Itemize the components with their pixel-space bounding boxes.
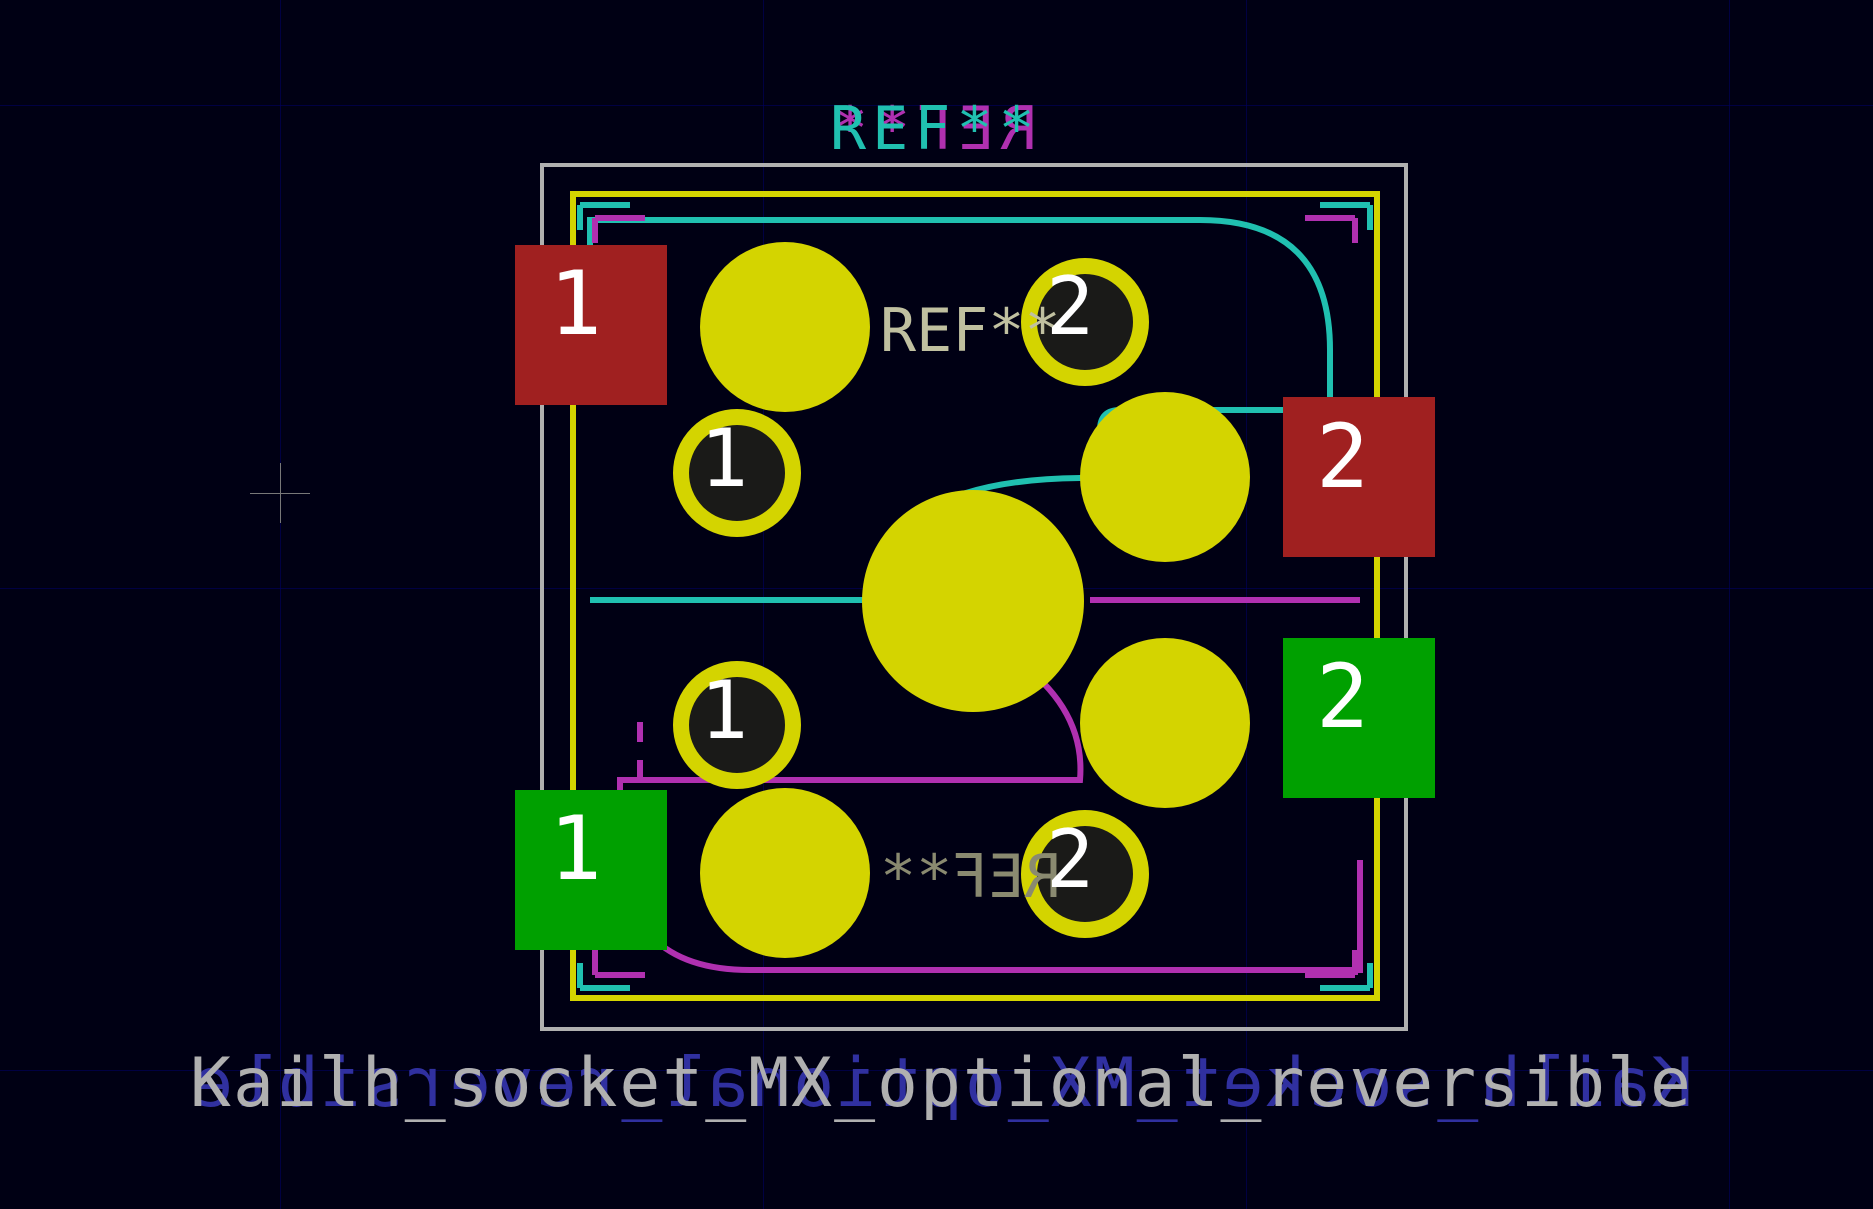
pad-label: 1 — [700, 412, 748, 505]
pad-label: 2 — [1316, 645, 1369, 748]
pad-label: 2 — [1316, 405, 1369, 508]
footprint-name-front: Kailh_socket_MX_optional_reversible — [190, 1044, 1693, 1123]
pad-label: 1 — [549, 252, 602, 355]
mounting-hole — [700, 242, 870, 412]
pad-label: 1 — [549, 797, 602, 900]
ref-fab-front: REF** — [880, 296, 1061, 366]
pad-label: 2 — [1046, 813, 1094, 906]
center-hole — [862, 490, 1084, 712]
footprint-canvas[interactable]: REF** REF** REF** REF** 1 — [0, 0, 1873, 1209]
pad-label: 2 — [1046, 260, 1094, 353]
mounting-hole — [1080, 392, 1250, 562]
mounting-hole — [700, 788, 870, 958]
mounting-hole — [1080, 638, 1250, 808]
pad-label: 1 — [700, 664, 748, 757]
ref-fab-back: REF** — [880, 842, 1061, 912]
